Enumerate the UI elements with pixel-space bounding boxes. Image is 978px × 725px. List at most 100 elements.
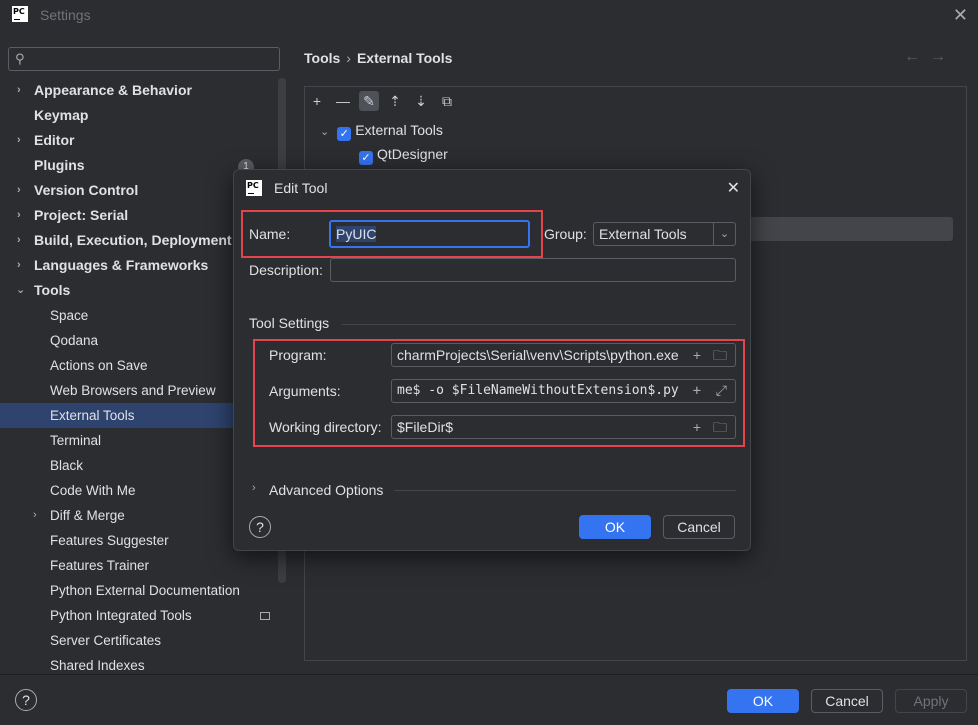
sidebar-item-python-integrated-tools[interactable]: Python Integrated Tools: [0, 603, 290, 628]
pycharm-logo-icon: PC: [12, 6, 28, 22]
sidebar-item-label: Python Integrated Tools: [50, 608, 192, 623]
arguments-field[interactable]: me$ -o $FileNameWithoutExtension$.py + ⤢: [391, 379, 736, 403]
description-label: Description:: [249, 262, 323, 278]
chevron-down-icon[interactable]: ⌄: [713, 223, 735, 245]
insert-macro-icon[interactable]: +: [688, 416, 701, 438]
dialog-cancel-button[interactable]: Cancel: [663, 515, 735, 539]
dialog-ok-button[interactable]: OK: [579, 515, 651, 539]
sidebar-item-label: Web Browsers and Preview: [50, 383, 216, 398]
working-directory-field[interactable]: $FileDir$ + 🗀: [391, 415, 736, 439]
chevron-down-icon: ⌄: [320, 126, 330, 138]
history-navigation: ←→: [904, 48, 956, 66]
sidebar-item-label: Actions on Save: [50, 358, 148, 373]
program-field[interactable]: charmProjects\Serial\venv\Scripts\python…: [391, 343, 736, 367]
move-down-icon[interactable]: ⇣: [411, 91, 431, 111]
tree-group-external-tools[interactable]: ⌄ ✓ External Tools: [320, 118, 443, 142]
advanced-divider: [394, 490, 736, 491]
sidebar-item-label: Black: [50, 458, 84, 473]
sidebar-item-keymap[interactable]: Keymap: [0, 103, 290, 128]
sidebar-item-label: Appearance & Behavior: [34, 82, 192, 98]
sidebar-item-label: External Tools: [50, 408, 135, 423]
sidebar-item-label: Space: [50, 308, 89, 323]
copy-icon[interactable]: ⧉: [437, 91, 457, 111]
sidebar-item-label: Build, Execution, Deployment: [34, 232, 232, 248]
insert-macro-icon[interactable]: +: [688, 380, 701, 402]
cancel-button[interactable]: Cancel: [811, 689, 883, 713]
dialog-title: Edit Tool: [274, 180, 328, 196]
sidebar-item-label: Plugins: [34, 157, 85, 173]
name-field-value: PyUIC: [336, 226, 377, 242]
edit-tool-dialog: PC Edit Tool ✕ Name: PyUIC Group: Extern…: [233, 169, 751, 551]
chevron-right-icon: ›: [17, 209, 21, 221]
arguments-label: Arguments:: [269, 383, 341, 399]
tree-item-qtdesigner[interactable]: ✓ QtDesigner: [359, 142, 448, 166]
breadcrumb-external-tools: External Tools: [356, 50, 453, 66]
group-dropdown[interactable]: External Tools ⌄: [593, 222, 736, 246]
program-label: Program:: [269, 347, 327, 363]
group-label: Group:: [544, 226, 587, 242]
forward-arrow-icon[interactable]: →: [930, 48, 956, 65]
search-icon: ⚲: [15, 51, 25, 66]
sidebar-item-label: Qodana: [50, 333, 99, 348]
settings-search-input[interactable]: ⚲: [8, 47, 280, 71]
sidebar-item-features-trainer[interactable]: Features Trainer: [0, 553, 290, 578]
edit-pencil-icon[interactable]: ✎: [359, 91, 379, 111]
sidebar-item-label: Languages & Frameworks: [34, 257, 209, 273]
insert-macro-icon[interactable]: +: [688, 344, 701, 366]
window-title: Settings: [40, 7, 91, 23]
expand-icon[interactable]: ⤢: [715, 380, 727, 402]
help-icon[interactable]: ?: [15, 689, 37, 711]
chevron-right-icon: ›: [17, 134, 21, 146]
close-window-icon[interactable]: ✕: [953, 5, 968, 26]
add-icon[interactable]: +: [307, 91, 327, 111]
window-titlebar: PC Settings ✕: [0, 0, 978, 34]
browse-folder-icon[interactable]: 🗀: [713, 344, 727, 366]
apply-button[interactable]: Apply: [895, 689, 967, 713]
sidebar-item-label: Server Certificates: [50, 633, 162, 648]
chevron-down-icon: ⌄: [16, 284, 26, 296]
back-arrow-icon[interactable]: ←: [904, 48, 930, 65]
sidebar-item-label: Project: Serial: [34, 207, 129, 223]
checkbox-checked-icon[interactable]: ✓: [359, 151, 373, 165]
tool-settings-title: Tool Settings: [249, 315, 330, 331]
pycharm-logo-icon: PC: [246, 180, 262, 196]
sidebar-item-label: Features Trainer: [50, 558, 150, 573]
breadcrumb: Tools › External Tools: [304, 50, 452, 66]
sidebar-item-editor[interactable]: › Editor: [0, 128, 290, 153]
sidebar-item-label: Version Control: [34, 182, 139, 198]
ok-button[interactable]: OK: [727, 689, 799, 713]
sidebar-item-label: Code With Me: [50, 483, 136, 498]
chevron-right-icon[interactable]: ›: [252, 482, 256, 494]
checkbox-checked-icon[interactable]: ✓: [337, 127, 352, 141]
sidebar-item-label: Features Suggester: [50, 533, 169, 548]
sidebar-item-appearance[interactable]: › Appearance & Behavior: [0, 78, 290, 103]
breadcrumb-tools[interactable]: Tools: [304, 50, 340, 66]
remove-icon[interactable]: —: [333, 91, 353, 111]
sidebar-item-external-tools[interactable]: External Tools: [0, 403, 234, 428]
group-dropdown-value: External Tools: [599, 226, 687, 242]
chevron-right-icon: ›: [17, 84, 21, 96]
move-up-icon[interactable]: ⇡: [385, 91, 405, 111]
program-field-value: charmProjects\Serial\venv\Scripts\python…: [397, 347, 679, 363]
name-field[interactable]: PyUIC: [329, 220, 530, 248]
browse-folder-icon[interactable]: 🗀: [713, 416, 727, 438]
breadcrumb-separator-icon: ›: [346, 50, 351, 66]
sidebar-item-label: Diff & Merge: [50, 508, 125, 523]
external-tools-toolbar: + — ✎ ⇡ ⇣ ⧉: [305, 87, 966, 113]
name-label: Name:: [249, 226, 291, 242]
description-field[interactable]: [330, 258, 736, 282]
advanced-options-toggle[interactable]: Advanced Options: [269, 482, 383, 498]
arguments-field-value: me$ -o $FileNameWithoutExtension$.py: [397, 383, 679, 398]
chevron-right-icon: ›: [17, 234, 21, 246]
section-divider: [342, 324, 736, 325]
settings-footer: ? OK Cancel Apply: [0, 674, 978, 725]
sidebar-item-python-external-docs[interactable]: Python External Documentation: [0, 578, 290, 603]
sidebar-item-label: Tools: [34, 282, 71, 298]
chevron-right-icon: ›: [17, 184, 21, 196]
sidebar-item-server-certificates[interactable]: Server Certificates: [0, 628, 290, 653]
close-icon[interactable]: ✕: [727, 178, 740, 198]
tree-item-label: QtDesigner: [377, 146, 448, 162]
sidebar-item-label: Terminal: [50, 433, 102, 448]
help-icon[interactable]: ?: [249, 516, 271, 538]
sidebar-item-label: Python External Documentation: [50, 583, 240, 598]
